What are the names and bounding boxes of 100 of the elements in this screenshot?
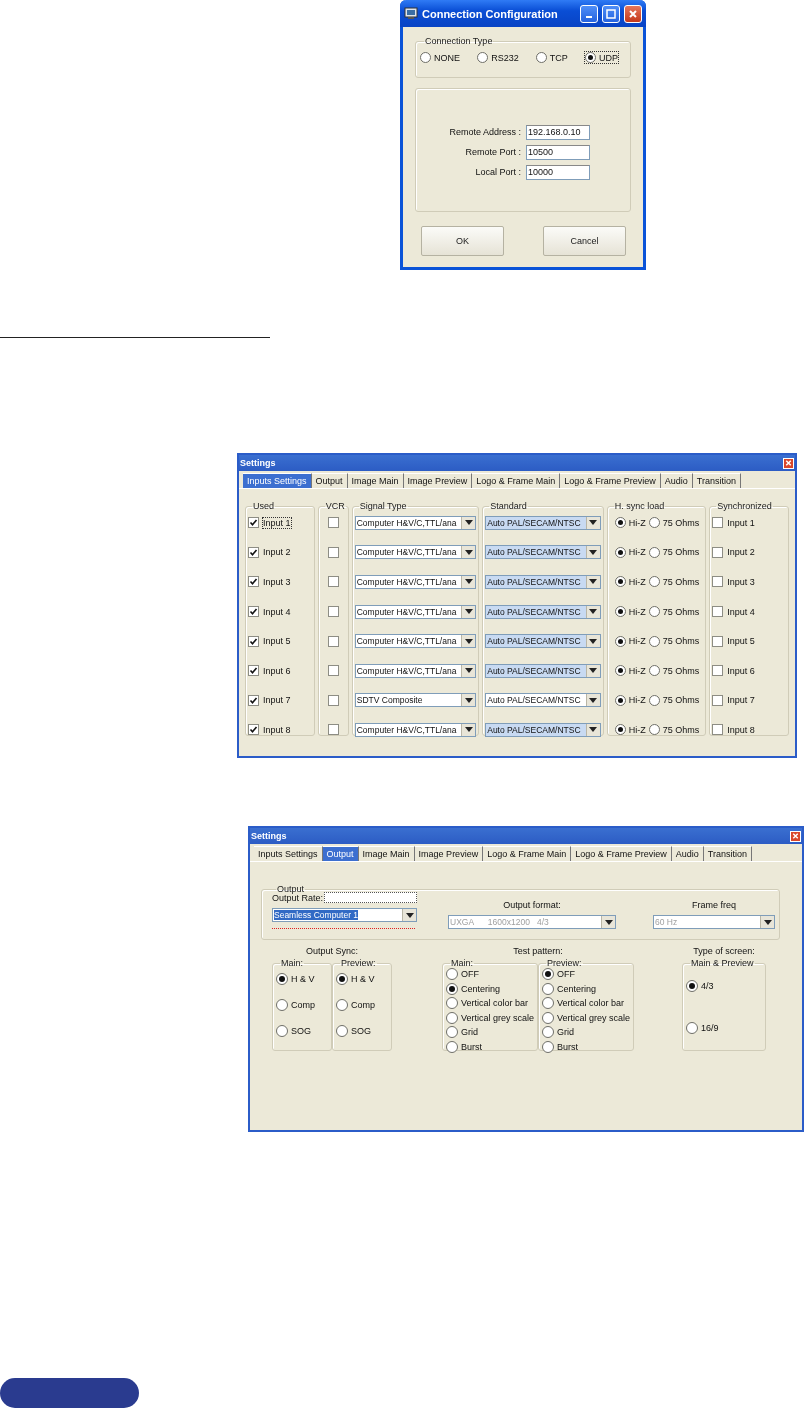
dropdown[interactable]: SDTV Composite — [354, 693, 477, 708]
dropdown[interactable]: Computer H&V/C,TTL/ana — [354, 575, 477, 589]
checkbox[interactable]: Input 4 — [712, 606, 755, 618]
checkbox[interactable]: Input 8 — [712, 724, 755, 736]
dropdown[interactable]: Computer H&V/C,TTL/ana — [354, 722, 477, 737]
dropdown[interactable]: Auto PAL/SECAM/NTSC — [485, 693, 601, 708]
checkbox[interactable]: Input 6 — [248, 665, 291, 677]
tab[interactable]: Inputs Settings — [243, 473, 312, 488]
checkbox[interactable]: Input 3 — [712, 576, 755, 588]
input-field[interactable]: 10000 — [526, 164, 590, 180]
dropdown[interactable]: Auto PAL/SECAM/NTSC — [485, 575, 601, 589]
checkbox[interactable] — [327, 724, 339, 736]
checkbox[interactable]: Input 2 — [712, 546, 755, 558]
radio-option[interactable]: 75 Ohms — [648, 606, 700, 618]
radio-option[interactable]: 75 Ohms — [648, 694, 700, 706]
dropdown[interactable]: Auto PAL/SECAM/NTSC — [485, 515, 601, 530]
radio-option[interactable]: Hi-Z — [614, 635, 646, 647]
radio-option[interactable]: OFF — [446, 968, 479, 980]
radio-option[interactable]: Centering — [542, 982, 597, 995]
radio-option[interactable]: Burst — [446, 1040, 482, 1053]
tab[interactable]: Image Preview — [414, 846, 484, 861]
dropdown[interactable]: Auto PAL/SECAM/NTSC — [485, 663, 601, 678]
dropdown[interactable]: Auto PAL/SECAM/NTSC — [485, 634, 601, 649]
dialog-button[interactable]: Cancel — [543, 226, 626, 256]
radio-option[interactable]: 4/3 — [686, 980, 714, 992]
tab[interactable]: Image Main — [347, 473, 404, 488]
dropdown[interactable]: Computer H&V/C,TTL/ana — [354, 515, 477, 530]
checkbox[interactable] — [327, 635, 339, 647]
dropdown[interactable]: Computer H&V/C,TTL/ana — [354, 663, 477, 678]
tab[interactable]: Output — [311, 473, 348, 488]
radio-option[interactable]: RS232 — [477, 52, 519, 63]
tab[interactable]: Logo & Frame Preview — [571, 846, 672, 861]
radio-option[interactable]: 16/9 — [686, 1022, 719, 1034]
radio-option[interactable]: UDP — [584, 52, 618, 63]
tab[interactable]: Logo & Frame Main — [472, 473, 561, 488]
tab[interactable]: Audio — [660, 473, 693, 488]
close-button[interactable] — [624, 4, 642, 23]
radio-option[interactable]: Vertical color bar — [542, 997, 625, 1010]
checkbox[interactable]: Input 2 — [248, 546, 291, 558]
tab[interactable]: Logo & Frame Preview — [560, 473, 661, 488]
dropdown[interactable]: Auto PAL/SECAM/NTSC — [485, 604, 601, 619]
checkbox[interactable]: Input 7 — [248, 694, 291, 706]
checkbox[interactable] — [327, 606, 339, 618]
checkbox[interactable]: Input 6 — [712, 665, 755, 677]
radio-option[interactable]: Grid — [542, 1026, 575, 1039]
radio-option[interactable]: 75 Ohms — [648, 665, 700, 677]
dropdown[interactable]: Computer H&V/C,TTL/ana — [354, 604, 477, 619]
checkbox[interactable]: Input 7 — [712, 694, 755, 706]
checkbox[interactable] — [327, 694, 339, 706]
tab[interactable]: Transition — [692, 473, 741, 488]
radio-option[interactable]: 75 Ohms — [648, 635, 700, 647]
radio-option[interactable]: Vertical grey scale — [542, 1011, 631, 1024]
radio-option[interactable]: Hi-Z — [614, 576, 646, 588]
radio-option[interactable]: Hi-Z — [614, 517, 646, 529]
dropdown[interactable]: Auto PAL/SECAM/NTSC — [485, 722, 601, 737]
radio-option[interactable]: Hi-Z — [614, 694, 646, 706]
radio-option[interactable]: 75 Ohms — [648, 546, 700, 558]
dialog-button[interactable]: OK — [421, 226, 504, 256]
radio-option[interactable]: Comp — [276, 999, 315, 1011]
radio-option[interactable]: Grid — [446, 1026, 478, 1039]
checkbox[interactable]: Input 1 — [248, 517, 291, 529]
input-field[interactable]: 192.168.0.10 — [526, 124, 590, 140]
tab[interactable]: Output — [322, 846, 359, 861]
radio-option[interactable]: NONE — [420, 52, 460, 63]
dropdown[interactable]: Computer H&V/C,TTL/ana — [354, 634, 477, 649]
checkbox[interactable]: Input 4 — [248, 606, 291, 618]
radio-option[interactable]: Hi-Z — [614, 724, 646, 736]
checkbox[interactable]: Input 1 — [712, 517, 755, 529]
radio-option[interactable]: SOG — [276, 1025, 311, 1037]
close-button[interactable] — [790, 830, 801, 842]
maximize-button[interactable] — [602, 4, 620, 23]
dropdown[interactable]: Auto PAL/SECAM/NTSC — [485, 545, 601, 560]
tab[interactable]: Inputs Settings — [254, 846, 323, 861]
tab[interactable]: Audio — [671, 846, 704, 861]
radio-option[interactable]: OFF — [542, 968, 576, 980]
radio-option[interactable]: Comp — [336, 999, 375, 1011]
tab[interactable]: Logo & Frame Main — [483, 846, 572, 861]
radio-option[interactable]: H & V — [276, 973, 315, 985]
radio-option[interactable]: 75 Ohms — [648, 724, 700, 736]
radio-option[interactable]: 75 Ohms — [648, 517, 700, 529]
radio-option[interactable]: Hi-Z — [614, 606, 646, 618]
radio-option[interactable]: Vertical color bar — [446, 997, 529, 1010]
input-field[interactable]: 10500 — [526, 144, 590, 160]
checkbox[interactable] — [327, 517, 339, 529]
radio-option[interactable]: Centering — [446, 982, 501, 995]
checkbox[interactable]: Input 3 — [248, 576, 291, 588]
radio-option[interactable]: H & V — [336, 973, 375, 985]
radio-option[interactable]: Vertical grey scale — [446, 1011, 535, 1024]
tab[interactable]: Image Main — [358, 846, 415, 861]
dropdown[interactable]: Computer H&V/C,TTL/ana — [354, 545, 477, 560]
checkbox[interactable]: Input 8 — [248, 724, 291, 736]
radio-option[interactable]: 75 Ohms — [648, 576, 700, 588]
close-button[interactable] — [783, 457, 794, 469]
checkbox[interactable]: Input 5 — [248, 635, 291, 647]
dropdown[interactable]: Seamless Computer 1 — [272, 908, 417, 922]
radio-option[interactable]: SOG — [336, 1025, 371, 1037]
tab[interactable]: Image Preview — [403, 473, 473, 488]
checkbox[interactable] — [327, 665, 339, 677]
checkbox[interactable] — [327, 546, 339, 558]
tab[interactable]: Transition — [703, 846, 752, 861]
